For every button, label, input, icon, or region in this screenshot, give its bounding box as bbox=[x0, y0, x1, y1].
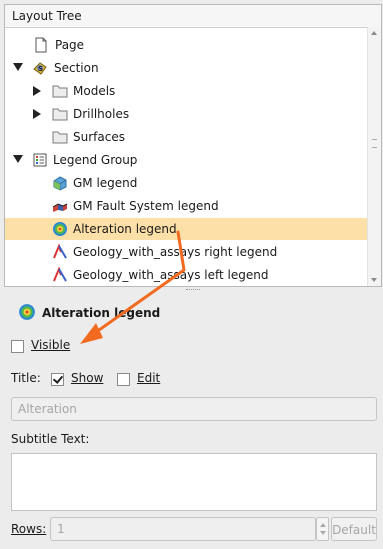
edit-label[interactable]: Edit bbox=[137, 371, 160, 385]
visible-checkbox[interactable] bbox=[11, 340, 24, 353]
subtitle-textarea[interactable] bbox=[11, 453, 377, 511]
scroll-grip-icon[interactable] bbox=[372, 139, 377, 148]
expand-arrow-icon[interactable] bbox=[33, 109, 41, 119]
tree-item-label: Section bbox=[54, 61, 99, 75]
splitter-grip[interactable] bbox=[186, 289, 200, 293]
gm-legend-icon bbox=[53, 176, 67, 191]
tree-item-gm-fault-system-legend[interactable]: GM Fault System legend bbox=[5, 195, 369, 217]
properties-title: Alteration legend bbox=[42, 306, 161, 320]
tree-item-section[interactable]: S Section bbox=[5, 57, 369, 79]
tree-item-drillholes[interactable]: Drillholes bbox=[5, 103, 369, 125]
tree-item-geology-left-legend[interactable]: Geology_with_assays left legend bbox=[5, 264, 369, 286]
legend-group-icon bbox=[33, 153, 47, 167]
tree-item-geology-right-legend[interactable]: Geology_with_assays right legend bbox=[5, 241, 369, 263]
tree-item-label: Surfaces bbox=[73, 130, 125, 144]
tree-item-alteration-legend[interactable]: Alteration legend bbox=[5, 218, 369, 240]
folder-icon bbox=[52, 131, 68, 144]
show-checkbox[interactable] bbox=[51, 373, 64, 386]
rows-field[interactable]: 1 bbox=[50, 517, 316, 541]
page-icon bbox=[35, 37, 47, 53]
tree-item-gm-legend[interactable]: GM legend bbox=[5, 172, 369, 194]
tree-item-label: Page bbox=[55, 38, 85, 52]
alteration-legend-icon bbox=[19, 304, 35, 320]
edit-checkbox[interactable] bbox=[117, 373, 130, 386]
layout-tree-header: Layout Tree bbox=[5, 5, 381, 28]
tree-item-label: GM Fault System legend bbox=[73, 199, 219, 213]
layout-tree-title: Layout Tree bbox=[12, 9, 82, 23]
fault-system-icon bbox=[52, 203, 68, 212]
tree-item-label: Models bbox=[73, 84, 116, 98]
title-field[interactable]: Alteration bbox=[11, 397, 377, 421]
rows-stepper[interactable] bbox=[316, 517, 329, 541]
tree-item-label: Geology_with_assays right legend bbox=[73, 245, 278, 259]
tree-scrollbar[interactable] bbox=[367, 27, 381, 286]
collapse-arrow-icon[interactable] bbox=[13, 63, 23, 71]
tree-item-surfaces[interactable]: Surfaces bbox=[5, 126, 369, 148]
scroll-down-icon[interactable] bbox=[371, 278, 377, 282]
default-button[interactable]: Default bbox=[331, 517, 377, 541]
show-label[interactable]: Show bbox=[71, 371, 103, 385]
tree-item-label: Drillholes bbox=[73, 107, 130, 121]
panel-splitter[interactable] bbox=[4, 287, 382, 295]
collapse-arrow-icon[interactable] bbox=[13, 155, 23, 163]
assay-legend-icon bbox=[53, 267, 67, 282]
expand-arrow-icon[interactable] bbox=[33, 86, 41, 96]
rows-label: Rows: bbox=[11, 522, 47, 536]
scroll-up-icon[interactable] bbox=[371, 31, 377, 35]
properties-panel: Alteration legend Visible Title: Show Ed… bbox=[4, 295, 382, 549]
assay-legend-icon bbox=[53, 244, 67, 259]
svg-text:S: S bbox=[38, 65, 43, 73]
tree-item-models[interactable]: Models bbox=[5, 80, 369, 102]
folder-icon bbox=[52, 85, 68, 98]
tree-item-page[interactable]: Page bbox=[5, 34, 369, 56]
tree-item-legend-group[interactable]: Legend Group bbox=[5, 149, 369, 171]
title-label: Title: bbox=[11, 371, 41, 385]
layout-tree-panel: Layout Tree Page S Section Models Drillh… bbox=[4, 4, 382, 287]
subtitle-label: Subtitle Text: bbox=[11, 432, 90, 446]
tree-item-label: Alteration legend bbox=[73, 222, 177, 236]
tree-item-label: Geology_with_assays left legend bbox=[73, 268, 269, 282]
section-icon: S bbox=[33, 62, 47, 75]
tree-item-label: GM legend bbox=[73, 176, 138, 190]
alteration-legend-icon bbox=[53, 222, 67, 236]
folder-icon bbox=[52, 108, 68, 121]
tree-item-label: Legend Group bbox=[53, 153, 138, 167]
visible-label[interactable]: Visible bbox=[31, 338, 70, 352]
